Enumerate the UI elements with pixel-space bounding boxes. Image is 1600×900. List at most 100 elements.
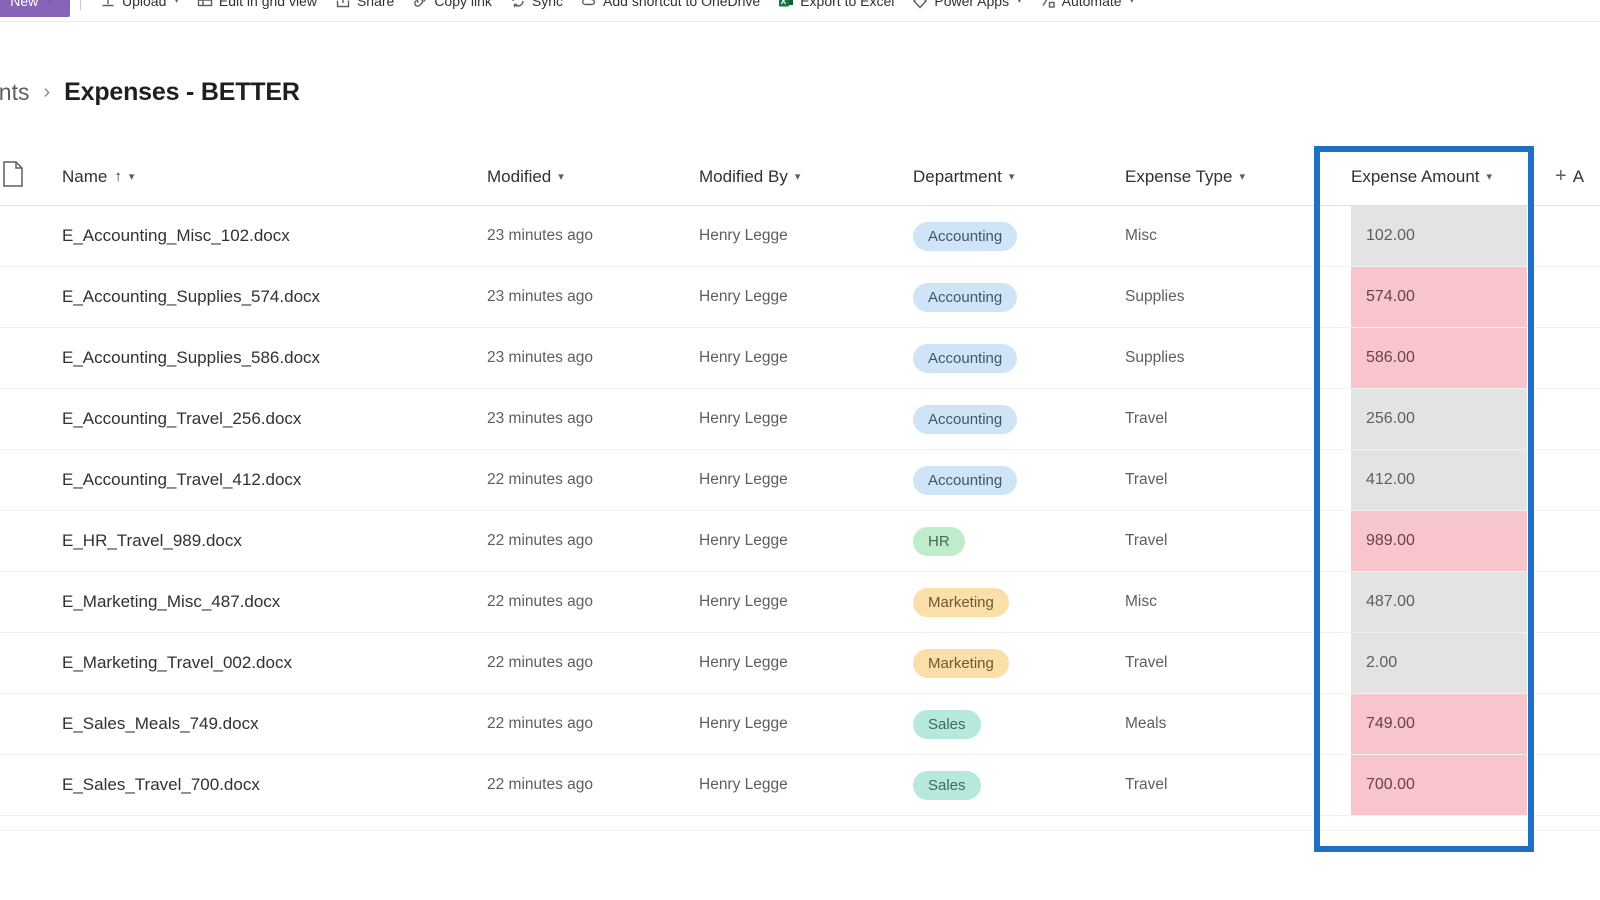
grid-body: E_Accounting_Misc_102.docx 23 minutes ago…: [0, 206, 1600, 816]
file-name-link[interactable]: E_Marketing_Misc_487.docx: [62, 592, 280, 612]
cell-name[interactable]: E_Marketing_Travel_002.docx: [62, 633, 487, 693]
command-share-button[interactable]: Share: [326, 0, 403, 17]
expense-amount-value: 412.00: [1351, 450, 1527, 510]
cell-spacer: [1545, 694, 1600, 754]
file-name-link[interactable]: E_Sales_Meals_749.docx: [62, 714, 259, 734]
row-select-cell[interactable]: [0, 389, 62, 449]
modified-value: 22 minutes ago: [487, 532, 593, 549]
sync-icon: [510, 0, 526, 9]
cell-expense-type: Travel: [1125, 633, 1333, 693]
table-row[interactable]: E_Marketing_Misc_487.docx 22 minutes ago H…: [0, 572, 1600, 633]
new-button[interactable]: New ⌄: [0, 0, 70, 17]
breadcrumb: ents › Expenses - BETTER: [0, 78, 300, 107]
table-row[interactable]: E_Accounting_Travel_412.docx 22 minutes a…: [0, 450, 1600, 511]
row-select-cell[interactable]: [0, 511, 62, 571]
table-row[interactable]: E_Accounting_Travel_256.docx 23 minutes a…: [0, 389, 1600, 450]
modified-value: 22 minutes ago: [487, 776, 593, 793]
row-select-cell[interactable]: [0, 572, 62, 632]
column-header-modified[interactable]: Modified ▾: [487, 148, 699, 205]
cell-expense-type: Supplies: [1125, 328, 1333, 388]
file-name-link[interactable]: E_Accounting_Travel_256.docx: [62, 409, 301, 429]
department-pill: Sales: [913, 770, 981, 800]
table-row[interactable]: E_Accounting_Misc_102.docx 23 minutes ago…: [0, 206, 1600, 267]
cell-expense-type: Meals: [1125, 694, 1333, 754]
file-name-link[interactable]: E_Marketing_Travel_002.docx: [62, 653, 292, 673]
file-name-link[interactable]: E_Accounting_Travel_412.docx: [62, 470, 301, 490]
chevron-down-icon[interactable]: ▾: [1009, 170, 1015, 183]
department-pill: Marketing: [913, 587, 1009, 617]
modified-by-value: Henry Legge: [699, 654, 788, 671]
cell-name[interactable]: E_Marketing_Misc_487.docx: [62, 572, 487, 632]
cell-name[interactable]: E_Accounting_Supplies_574.docx: [62, 267, 487, 327]
row-select-cell[interactable]: [0, 633, 62, 693]
command-add-shortcut-to-onedrive-button[interactable]: Add shortcut to OneDrive: [572, 0, 769, 17]
row-select-cell[interactable]: [0, 267, 62, 327]
cell-modified-by: Henry Legge: [699, 755, 913, 815]
file-name-link[interactable]: E_Sales_Travel_700.docx: [62, 775, 260, 795]
file-name-link[interactable]: E_Accounting_Supplies_574.docx: [62, 287, 320, 307]
table-row[interactable]: E_Accounting_Supplies_586.docx 23 minutes…: [0, 328, 1600, 389]
cell-name[interactable]: E_Accounting_Travel_412.docx: [62, 450, 487, 510]
cell-spacer: [1545, 206, 1600, 266]
file-name-link[interactable]: E_Accounting_Supplies_586.docx: [62, 348, 320, 368]
chevron-down-icon[interactable]: ▾: [1017, 0, 1022, 6]
column-header-department[interactable]: Department ▾: [913, 148, 1125, 205]
command-edit-in-grid-view-button[interactable]: Edit in grid view: [188, 0, 326, 17]
cell-expense-amount: 989.00: [1333, 511, 1545, 571]
cell-department: Accounting: [913, 267, 1125, 327]
cell-name[interactable]: E_Accounting_Misc_102.docx: [62, 206, 487, 266]
chevron-down-icon[interactable]: ▾: [795, 170, 801, 183]
chevron-down-icon[interactable]: ▾: [174, 0, 179, 6]
file-name-link[interactable]: E_Accounting_Misc_102.docx: [62, 226, 290, 246]
command-automate-button[interactable]: Automate ▾: [1031, 0, 1143, 17]
command-label: Automate: [1061, 0, 1122, 9]
table-row[interactable]: E_HR_Travel_989.docx 22 minutes ago Henry …: [0, 511, 1600, 572]
file-type-column-header[interactable]: [0, 148, 62, 205]
column-header-modified-by-label: Modified By: [699, 166, 788, 186]
chevron-down-icon[interactable]: ▾: [1239, 170, 1245, 183]
column-header-modified-by[interactable]: Modified By ▾: [699, 148, 913, 205]
cell-department: Marketing: [913, 633, 1125, 693]
cell-modified-by: Henry Legge: [699, 389, 913, 449]
chevron-down-icon[interactable]: ▾: [558, 170, 564, 183]
cell-modified-by: Henry Legge: [699, 572, 913, 632]
cell-name[interactable]: E_Accounting_Travel_256.docx: [62, 389, 487, 449]
command-export-to-excel-button[interactable]: Export to Excel: [769, 0, 903, 17]
command-upload-button[interactable]: Upload ▾: [91, 0, 188, 17]
column-header-expense-amount[interactable]: Expense Amount ▾: [1333, 148, 1545, 205]
expense-type-value: Travel: [1125, 654, 1168, 671]
expense-type-value: Travel: [1125, 410, 1168, 427]
expense-type-value: Travel: [1125, 776, 1168, 793]
row-select-cell[interactable]: [0, 206, 62, 266]
command-sync-button[interactable]: Sync: [501, 0, 572, 17]
row-select-cell[interactable]: [0, 694, 62, 754]
column-header-name[interactable]: Name ↑ ▾: [62, 148, 487, 205]
table-row[interactable]: E_Sales_Meals_749.docx 22 minutes ago Henr…: [0, 694, 1600, 755]
table-row[interactable]: E_Accounting_Supplies_574.docx 23 minutes…: [0, 267, 1600, 328]
row-select-cell[interactable]: [0, 328, 62, 388]
cell-name[interactable]: E_HR_Travel_989.docx: [62, 511, 487, 571]
grid-bottom-divider: [0, 830, 1600, 831]
chevron-down-icon[interactable]: ▾: [1130, 0, 1135, 6]
row-select-cell[interactable]: [0, 755, 62, 815]
command-power-apps-button[interactable]: Power Apps ▾: [903, 0, 1030, 17]
table-row[interactable]: E_Sales_Travel_700.docx 22 minutes ago Hen…: [0, 755, 1600, 816]
file-name-link[interactable]: E_HR_Travel_989.docx: [62, 531, 242, 551]
breadcrumb-parent[interactable]: ents: [0, 79, 29, 106]
cell-department: Sales: [913, 755, 1125, 815]
cell-modified-by: Henry Legge: [699, 267, 913, 327]
row-select-cell[interactable]: [0, 450, 62, 510]
cell-name[interactable]: E_Accounting_Supplies_586.docx: [62, 328, 487, 388]
add-column-button[interactable]: + A: [1545, 148, 1600, 205]
command-copy-link-button[interactable]: Copy link: [403, 0, 501, 17]
modified-by-value: Henry Legge: [699, 715, 788, 732]
cell-department: Sales: [913, 694, 1125, 754]
cell-name[interactable]: E_Sales_Meals_749.docx: [62, 694, 487, 754]
chevron-down-icon[interactable]: ▾: [129, 170, 135, 183]
modified-by-value: Henry Legge: [699, 349, 788, 366]
table-row[interactable]: E_Marketing_Travel_002.docx 22 minutes ag…: [0, 633, 1600, 694]
cell-name[interactable]: E_Sales_Travel_700.docx: [62, 755, 487, 815]
chevron-down-icon[interactable]: ▾: [1487, 170, 1493, 183]
expense-type-value: Travel: [1125, 471, 1168, 488]
column-header-expense-type[interactable]: Expense Type ▾: [1125, 148, 1333, 205]
